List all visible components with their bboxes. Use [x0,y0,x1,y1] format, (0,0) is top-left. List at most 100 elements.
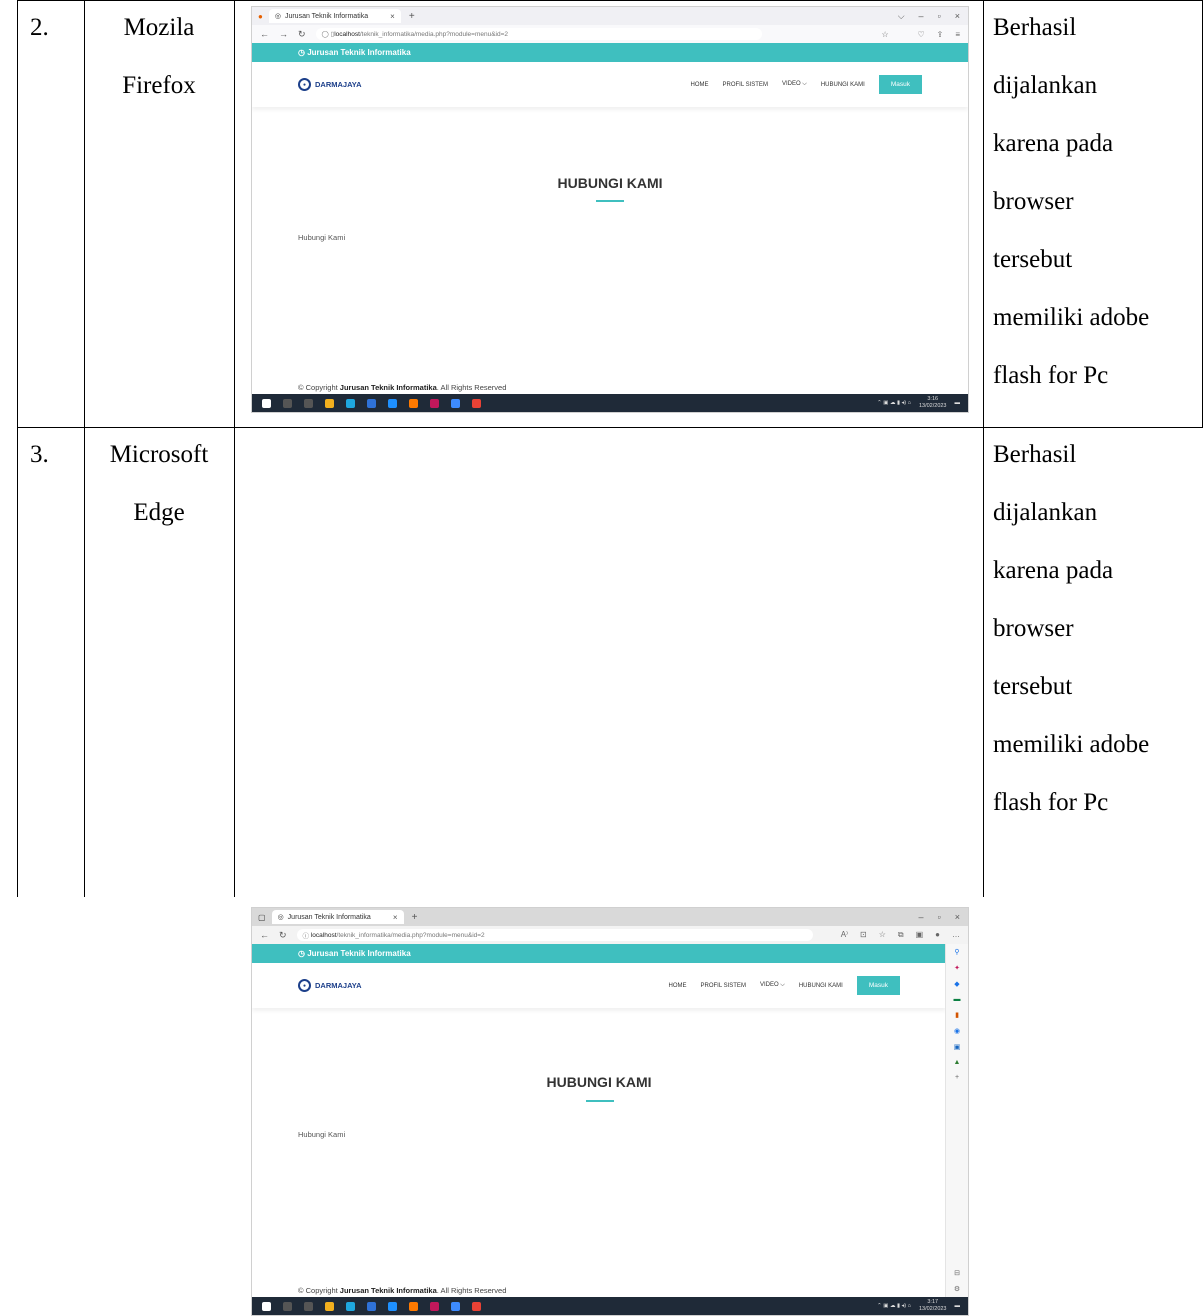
restore-icon[interactable]: ▫ [938,11,941,22]
discover-icon[interactable]: ✦ [954,964,960,972]
search-icon[interactable] [283,398,292,408]
back-icon[interactable]: ← [260,930,269,941]
logo-text: DARMAJAYA [315,981,362,990]
bookmark-star-icon[interactable]: ☆ [882,30,889,39]
minimize-icon[interactable]: – [919,912,924,922]
tab-bar: ▢ ◎ Jurusan Teknik Informatika × + – ▫ × [252,908,968,926]
clock[interactable]: 3:16 13/02/2023 [919,396,947,410]
games-icon[interactable]: ▬ [954,996,961,1003]
login-button[interactable]: Masuk [856,976,900,995]
chrome-icon[interactable] [472,1301,481,1311]
close-tab-icon[interactable]: × [390,12,395,21]
url-path: /teknik_informatika/media.php?module=men… [359,30,509,38]
menu-item-video[interactable]: VIDEO ⌵ [782,81,807,88]
site-header: ● DARMAJAYA HOME PROFIL SISTEM VIDEO ⌵ H… [252,963,946,1008]
read-aloud-icon[interactable]: A⁾ [841,930,848,940]
tray-icons[interactable]: ⌃ ▣ ☁ ▮ ◂) ⌂ [877,400,911,406]
file-explorer-icon[interactable] [325,1301,334,1311]
url-field[interactable]: ◯ ▯ localhost /teknik_informatika/media.… [315,28,762,40]
reload-icon[interactable]: ↻ [279,930,287,941]
store-icon[interactable] [367,398,376,408]
site-logo[interactable]: ● DARMAJAYA [298,78,362,91]
back-icon[interactable]: ← [260,29,269,40]
menu-item-profil-sistem[interactable]: PROFIL SISTEM [700,983,745,989]
mail-icon[interactable] [388,1301,397,1311]
favorites-icon[interactable]: ☆ [879,930,886,940]
notification-icon[interactable]: ▬ [955,400,961,406]
circle-icon[interactable]: ◉ [954,1027,960,1035]
outlook-icon[interactable]: ▣ [954,1043,961,1051]
globe-icon: ◎ [274,13,281,20]
menu-item-profil-sistem[interactable]: PROFIL SISTEM [722,82,767,88]
close-tab-icon[interactable]: × [393,913,398,922]
forward-icon[interactable]: → [279,29,288,40]
close-icon[interactable]: × [955,912,960,922]
tab-bar: ● ◎ Jurusan Teknik Informatika × + ⌵ – ▫… [252,7,968,25]
webpage: ◷ Jurusan Teknik Informatika ● DARMAJAYA… [252,944,946,1297]
menu-item-home[interactable]: HOME [668,983,686,989]
nav-buttons: ← ↻ [252,930,287,941]
xampp-icon[interactable] [430,1301,439,1311]
firefox-icon[interactable] [409,1301,418,1311]
settings-icon[interactable]: ⚙ [954,1285,960,1293]
vscode-icon[interactable] [451,398,460,408]
edge-icon[interactable] [346,398,355,408]
vscode-icon[interactable] [451,1301,460,1311]
menu-item-hubungi-kami[interactable]: HUBUNGI KAMI [799,983,843,989]
minimize-icon[interactable]: – [919,11,924,22]
chrome-icon[interactable] [472,398,481,408]
result-line: browser [993,615,1074,642]
profile-icon[interactable]: ● [935,930,940,940]
browser-name-line: Edge [133,499,185,526]
search-icon[interactable]: ⚲ [954,948,959,956]
edge-icon[interactable] [346,1301,355,1311]
office-icon[interactable]: ▮ [955,1011,959,1019]
result-line: Berhasil [993,441,1077,468]
new-tab-icon[interactable]: + [409,11,415,22]
tab-actions-icon[interactable]: ▢ [258,913,266,922]
task-view-icon[interactable] [304,398,313,408]
menu-item-video[interactable]: VIDEO ⌵ [760,982,785,989]
chevron-down-icon[interactable]: ⌵ [898,11,905,22]
tree-icon[interactable]: ▲ [954,1059,961,1066]
site-topbar-text: Jurusan Teknik Informatika [307,949,411,958]
tools-icon[interactable]: ◆ [954,980,959,988]
file-explorer-icon[interactable] [325,398,334,408]
tray-icons[interactable]: ⌃ ▣ ☁ ▮ ◂) ⌂ [877,1303,911,1309]
clock[interactable]: 3:17 13/02/2023 [919,1299,947,1313]
start-icon[interactable] [262,398,271,408]
collections-icon[interactable]: ⧉ [898,930,904,940]
clock-date: 13/02/2023 [918,403,947,409]
menu-item-home[interactable]: HOME [690,82,708,88]
more-icon[interactable]: … [952,930,960,940]
reload-icon[interactable]: ↻ [298,29,306,40]
menu-icon[interactable]: ≡ [955,30,960,39]
store-icon[interactable] [367,1301,376,1311]
menu-item-hubungi-kami[interactable]: HUBUNGI KAMI [821,82,865,88]
extensions-icon[interactable]: ⇪ [937,30,944,39]
split-icon[interactable]: ⊟ [954,1269,960,1277]
site-logo[interactable]: ● DARMAJAYA [298,979,362,992]
result-line: memiliki adobe [993,304,1150,331]
clock-time: 3:17 [927,1299,939,1305]
app-icon[interactable]: ⊡ [860,930,867,940]
mail-icon[interactable] [388,398,397,408]
url-field[interactable]: ⓘ localhost /teknik_informatika/media.ph… [296,929,813,941]
browser-tab[interactable]: ◎ Jurusan Teknik Informatika × [271,910,404,924]
notification-icon[interactable]: ▬ [955,1303,961,1309]
firefox-icon[interactable] [409,398,418,408]
browser-tab[interactable]: ◎ Jurusan Teknik Informatika × [268,9,401,23]
task-view-icon[interactable] [304,1301,313,1311]
search-icon[interactable] [283,1301,292,1311]
close-icon[interactable]: × [955,11,960,22]
add-icon[interactable]: + [955,1074,959,1081]
login-button[interactable]: Masuk [878,75,922,94]
restore-icon[interactable]: ▫ [938,912,941,922]
extension-icon[interactable]: ▣ [916,930,924,940]
start-icon[interactable] [262,1301,271,1311]
xampp-icon[interactable] [430,398,439,408]
test-results-table: 2. Mozila Firefox Berhasil dijalankan ka… [0,0,1203,1316]
pocket-icon[interactable]: ♡ [917,30,924,39]
window-controls: ⌵ – ▫ × [898,11,968,22]
new-tab-icon[interactable]: + [412,912,418,923]
